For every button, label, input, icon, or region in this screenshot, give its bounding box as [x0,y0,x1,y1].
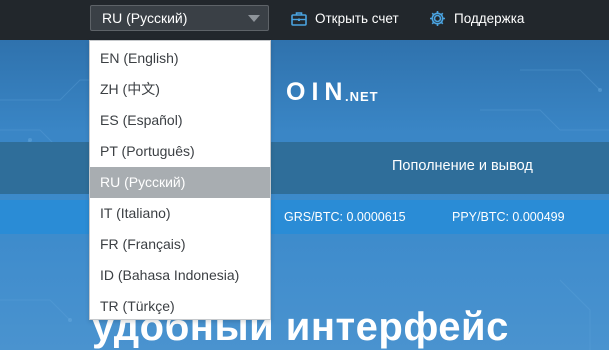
chevron-down-icon [248,15,260,22]
language-option-fr[interactable]: FR (Français) [90,229,270,260]
language-option-it[interactable]: IT (Italiano) [90,198,270,229]
nav-item-deposit-withdraw[interactable]: Пополнение и вывод [392,158,533,174]
language-option-ru[interactable]: RU (Русский) [90,167,270,198]
language-option-id[interactable]: ID (Bahasa Indonesia) [90,260,270,291]
language-option-zh[interactable]: ZH (中文) [90,74,270,105]
gear-icon [430,10,445,26]
briefcase-icon [291,11,307,26]
rate-ppy-btc: PPY/BTC: 0.000499 [452,210,565,224]
language-option-es[interactable]: ES (Español) [90,105,270,136]
site-logo[interactable]: OIN [286,78,348,107]
language-select[interactable]: RU (Русский) [90,5,269,31]
rate-grs-btc: GRS/BTC: 0.0000615 [284,210,406,224]
language-option-tr[interactable]: TR (Türkçe) [90,291,270,322]
language-dropdown: EN (English) ZH (中文) ES (Español) PT (Po… [89,40,271,320]
language-select-value: RU (Русский) [102,10,188,26]
open-account-link[interactable]: Открыть счет [291,6,399,30]
support-link[interactable]: Поддержка [429,6,524,30]
top-bar: RU (Русский) Открыть счет Поддержка [0,0,609,40]
language-option-pt[interactable]: PT (Português) [90,136,270,167]
language-option-en[interactable]: EN (English) [90,43,270,74]
support-label: Поддержка [454,10,525,26]
site-logo-suffix: .NET [345,89,379,104]
open-account-label: Открыть счет [315,10,399,26]
